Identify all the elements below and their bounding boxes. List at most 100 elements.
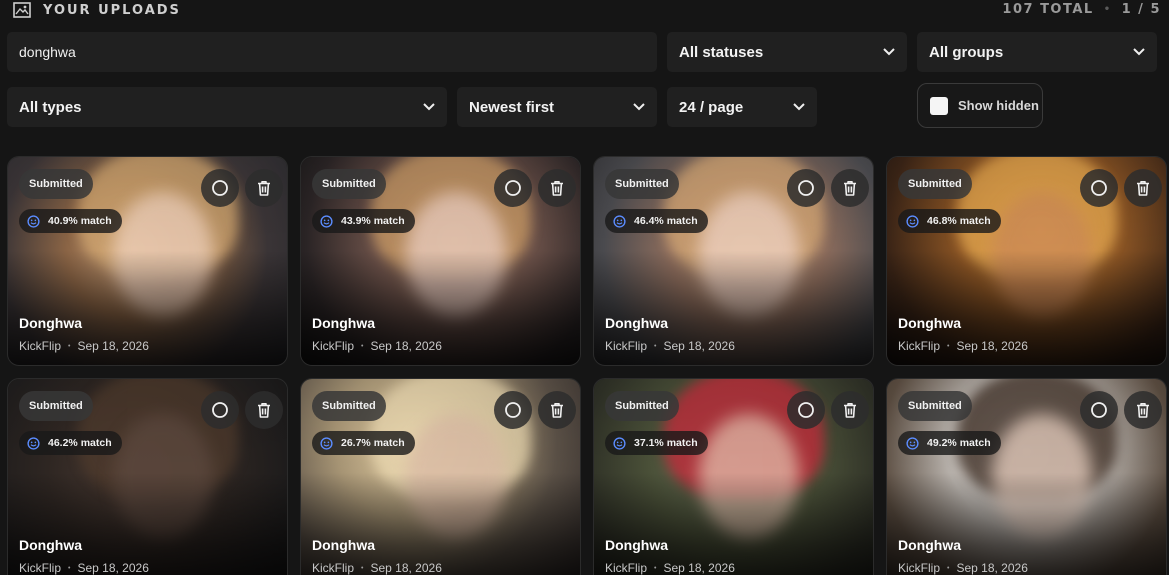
trash-icon: [1137, 403, 1149, 418]
chevron-down-icon: [423, 103, 435, 111]
show-hidden-toggle[interactable]: Show hidden: [917, 83, 1043, 128]
status-badge: Submitted: [605, 391, 679, 421]
chevron-down-icon: [1133, 48, 1145, 56]
status-badge-label: Submitted: [322, 400, 376, 412]
smiley-face-icon: [613, 214, 626, 228]
select-button[interactable]: [494, 169, 532, 207]
delete-button[interactable]: [245, 169, 283, 207]
match-badge: 49.2% match: [898, 431, 1001, 455]
select-button[interactable]: [201, 169, 239, 207]
card-meta: KickFlip • Sep 18, 2026: [19, 561, 149, 575]
per-page-select[interactable]: 24 / page: [667, 87, 817, 127]
status-badge: Submitted: [312, 391, 386, 421]
upload-card[interactable]: Submitted 37.1% match Donghwa KickFlip •…: [593, 378, 874, 575]
meta-separator: •: [1103, 4, 1112, 15]
meta-separator: •: [68, 564, 71, 572]
upload-card[interactable]: Submitted 46.8% match Donghwa KickFlip •…: [886, 156, 1167, 366]
status-badge-label: Submitted: [615, 178, 669, 190]
circle-select-icon: [212, 180, 228, 196]
member-name: Donghwa: [19, 315, 82, 331]
circle-select-icon: [1091, 402, 1107, 418]
meta-separator: •: [654, 342, 657, 350]
circle-select-icon: [505, 402, 521, 418]
upload-card[interactable]: Submitted 40.9% match Donghwa KickFlip •…: [7, 156, 288, 366]
delete-button[interactable]: [1124, 169, 1162, 207]
select-button[interactable]: [201, 391, 239, 429]
select-button[interactable]: [1080, 169, 1118, 207]
show-hidden-label: Show hidden: [958, 98, 1039, 113]
smiley-face-icon: [613, 436, 626, 450]
group-name: KickFlip: [312, 561, 355, 575]
select-button[interactable]: [787, 169, 825, 207]
delete-button[interactable]: [245, 391, 283, 429]
meta-separator: •: [361, 342, 364, 350]
member-name: Donghwa: [605, 537, 668, 553]
card-meta: KickFlip • Sep 18, 2026: [605, 561, 735, 575]
status-badge: Submitted: [19, 169, 93, 199]
upload-card[interactable]: Submitted 46.2% match Donghwa KickFlip •…: [7, 378, 288, 575]
delete-button[interactable]: [1124, 391, 1162, 429]
member-name: Donghwa: [898, 315, 961, 331]
match-value: 46.4% match: [634, 215, 698, 227]
search-input[interactable]: [7, 32, 657, 72]
trash-icon: [1137, 181, 1149, 196]
delete-button[interactable]: [831, 169, 869, 207]
chevron-down-icon: [883, 48, 895, 56]
group-select-value: All groups: [929, 43, 1004, 61]
group-name: KickFlip: [898, 561, 941, 575]
status-badge-label: Submitted: [908, 178, 962, 190]
page-title: YOUR UPLOADS: [43, 2, 181, 18]
group-name: KickFlip: [898, 339, 941, 353]
status-badge-label: Submitted: [29, 178, 83, 190]
match-value: 46.2% match: [48, 437, 112, 449]
upload-card[interactable]: Submitted 43.9% match Donghwa KickFlip •…: [300, 156, 581, 366]
meta-separator: •: [68, 342, 71, 350]
group-select[interactable]: All groups: [917, 32, 1157, 72]
match-badge: 40.9% match: [19, 209, 122, 233]
card-meta: KickFlip • Sep 18, 2026: [312, 561, 442, 575]
match-value: 46.8% match: [927, 215, 991, 227]
upload-date: Sep 18, 2026: [663, 339, 735, 353]
match-badge: 46.2% match: [19, 431, 122, 455]
show-hidden-checkbox[interactable]: [930, 96, 948, 115]
trash-icon: [844, 403, 856, 418]
circle-select-icon: [798, 180, 814, 196]
group-name: KickFlip: [605, 339, 648, 353]
select-button[interactable]: [787, 391, 825, 429]
circle-select-icon: [1091, 180, 1107, 196]
smiley-face-icon: [27, 214, 40, 228]
upload-date: Sep 18, 2026: [956, 561, 1028, 575]
match-badge: 46.4% match: [605, 209, 708, 233]
smiley-face-icon: [27, 436, 40, 450]
status-badge-label: Submitted: [615, 400, 669, 412]
smiley-face-icon: [906, 436, 919, 450]
upload-date: Sep 18, 2026: [956, 339, 1028, 353]
select-button[interactable]: [494, 391, 532, 429]
upload-date: Sep 18, 2026: [77, 339, 149, 353]
gallery-icon: [13, 2, 31, 18]
match-badge: 37.1% match: [605, 431, 708, 455]
select-button[interactable]: [1080, 391, 1118, 429]
member-name: Donghwa: [312, 315, 375, 331]
card-meta: KickFlip • Sep 18, 2026: [898, 561, 1028, 575]
delete-button[interactable]: [831, 391, 869, 429]
match-value: 26.7% match: [341, 437, 405, 449]
upload-date: Sep 18, 2026: [370, 561, 442, 575]
upload-card[interactable]: Submitted 49.2% match Donghwa KickFlip •…: [886, 378, 1167, 575]
type-select[interactable]: All types: [7, 87, 447, 127]
upload-card[interactable]: Submitted 26.7% match Donghwa KickFlip •…: [300, 378, 581, 575]
delete-button[interactable]: [538, 169, 576, 207]
upload-card[interactable]: Submitted 46.4% match Donghwa KickFlip •…: [593, 156, 874, 366]
meta-separator: •: [947, 564, 950, 572]
member-name: Donghwa: [605, 315, 668, 331]
status-badge: Submitted: [312, 169, 386, 199]
trash-icon: [844, 181, 856, 196]
upload-date: Sep 18, 2026: [370, 339, 442, 353]
upload-meta: 107 TOTAL • 1 / 5: [1002, 2, 1161, 17]
status-badge-label: Submitted: [908, 400, 962, 412]
sort-select[interactable]: Newest first: [457, 87, 657, 127]
match-value: 37.1% match: [634, 437, 698, 449]
delete-button[interactable]: [538, 391, 576, 429]
status-select[interactable]: All statuses: [667, 32, 907, 72]
match-badge: 26.7% match: [312, 431, 415, 455]
